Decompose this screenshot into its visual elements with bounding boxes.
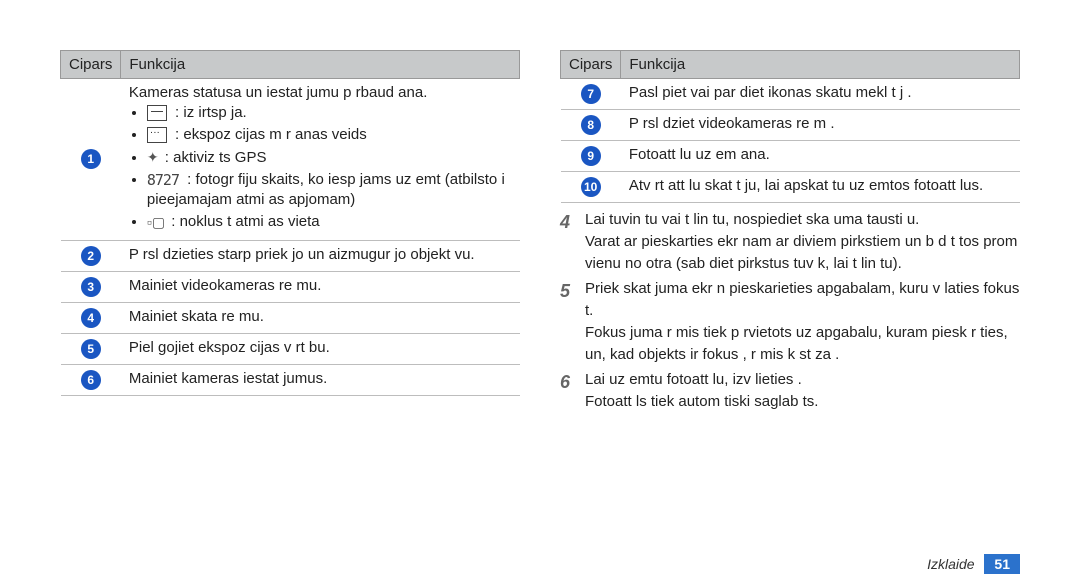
table-row: 7 Pasl piet vai par diet ikonas skatu me… — [561, 79, 1020, 110]
right-column: Cipars Funkcija 7 Pasl piet vai par diet… — [560, 50, 1020, 550]
exposure-icon — [147, 127, 167, 143]
number-badge-2: 2 — [81, 246, 101, 266]
page-footer: Izklaide 51 — [927, 554, 1020, 574]
header-cipars: Cipars — [61, 51, 121, 79]
bullet-item: : iz irtsp ja. — [147, 103, 512, 123]
page-number: 51 — [984, 554, 1020, 574]
header-funkcija: Funkcija — [621, 51, 1020, 79]
counter-icon: 8727 — [147, 170, 179, 190]
table-row: 6 Mainiet kameras iestat jumus. — [61, 364, 520, 395]
step-number: 4 — [560, 209, 575, 274]
bullet-item: 8727 : fotogr fiju skaits, ko iesp jams … — [147, 170, 512, 211]
function-cell: P rsl dziet videokameras re m . — [621, 110, 1020, 141]
function-cell: Piel gojiet ekspoz cijas v rt bu. — [121, 333, 520, 364]
table-row: 8 P rsl dziet videokameras re m . — [561, 110, 1020, 141]
number-badge-10: 10 — [581, 177, 601, 197]
function-cell: Atv rt att lu skat t ju, lai apskat tu u… — [621, 172, 1020, 203]
bullet-item: ▫▢ : noklus t atmi as vieta — [147, 212, 512, 232]
table-row: 10 Atv rt att lu skat t ju, lai apskat t… — [561, 172, 1020, 203]
step-text: Lai uz emtu fotoatt lu, izv lieties . — [585, 369, 1020, 391]
function-cell: Mainiet kameras iestat jumus. — [121, 364, 520, 395]
function-table-left: Cipars Funkcija 1 Kameras statusa un ies… — [60, 50, 520, 396]
number-badge-7: 7 — [581, 84, 601, 104]
function-cell: P rsl dzieties starp priek jo un aizmugu… — [121, 240, 520, 271]
row-text: Kameras statusa un iestat jumu p rbaud a… — [129, 84, 512, 101]
step-list: 4 Lai tuvin tu vai t lin tu, nospiediet … — [560, 209, 1020, 413]
function-cell: Mainiet videokameras re mu. — [121, 271, 520, 302]
step-number: 6 — [560, 369, 575, 413]
table-row: 9 Fotoatt lu uz em ana. — [561, 141, 1020, 172]
table-row: 5 Piel gojiet ekspoz cijas v rt bu. — [61, 333, 520, 364]
function-cell: Pasl piet vai par diet ikonas skatu mekl… — [621, 79, 1020, 110]
step-item: 5 Priek skat juma ekr n pieskarieties ap… — [560, 278, 1020, 365]
header-funkcija: Funkcija — [121, 51, 520, 79]
step-cont: Fotoatt ls tiek autom tiski saglab ts. — [585, 391, 1020, 413]
function-cell: Fotoatt lu uz em ana. — [621, 141, 1020, 172]
card-icon — [147, 105, 167, 121]
function-cell: Kameras statusa un iestat jumu p rbaud a… — [121, 79, 520, 241]
number-badge-6: 6 — [81, 370, 101, 390]
table-row: 4 Mainiet skata re mu. — [61, 302, 520, 333]
bullet-item: : ekspoz cijas m r anas veids — [147, 125, 512, 145]
number-badge-9: 9 — [581, 146, 601, 166]
step-text: Lai tuvin tu vai t lin tu, nospiediet sk… — [585, 209, 1020, 231]
footer-section: Izklaide — [927, 556, 974, 572]
step-item: 4 Lai tuvin tu vai t lin tu, nospiediet … — [560, 209, 1020, 274]
step-cont: Varat ar pieskarties ekr nam ar diviem p… — [585, 231, 1020, 275]
step-item: 6 Lai uz emtu fotoatt lu, izv lieties . … — [560, 369, 1020, 413]
table-row: 3 Mainiet videokameras re mu. — [61, 271, 520, 302]
number-badge-5: 5 — [81, 339, 101, 359]
step-cont: Fokus juma r mis tiek p rvietots uz apga… — [585, 322, 1020, 366]
step-text: Priek skat juma ekr n pieskarieties apga… — [585, 278, 1020, 322]
function-table-right: Cipars Funkcija 7 Pasl piet vai par diet… — [560, 50, 1020, 203]
number-badge-3: 3 — [81, 277, 101, 297]
number-badge-4: 4 — [81, 308, 101, 328]
number-badge-1: 1 — [81, 149, 101, 169]
function-cell: Mainiet skata re mu. — [121, 302, 520, 333]
step-number: 5 — [560, 278, 575, 365]
table-row: 1 Kameras statusa un iestat jumu p rbaud… — [61, 79, 520, 241]
left-column: Cipars Funkcija 1 Kameras statusa un ies… — [60, 50, 520, 550]
bullet-item: ✦ : aktiviz ts GPS — [147, 148, 512, 168]
gps-icon: ✦ — [147, 148, 159, 167]
number-badge-8: 8 — [581, 115, 601, 135]
header-cipars: Cipars — [561, 51, 621, 79]
table-row: 2 P rsl dzieties starp priek jo un aizmu… — [61, 240, 520, 271]
storage-icon: ▫▢ — [147, 213, 165, 232]
